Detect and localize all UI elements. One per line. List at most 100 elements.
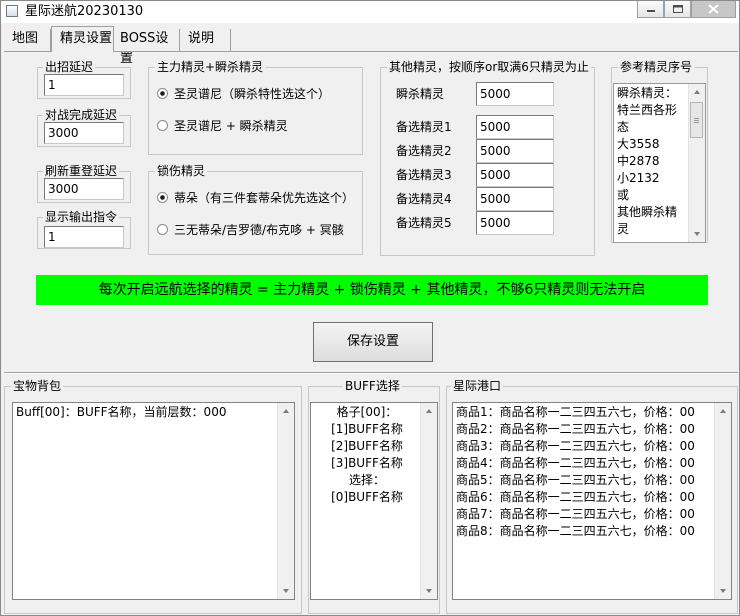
- relogin-delay-input[interactable]: 3000: [44, 178, 124, 200]
- reference-line: 灵: [617, 222, 630, 236]
- lock-sprite-title: 锁伤精灵: [155, 164, 208, 178]
- grip-icon: [694, 118, 699, 119]
- backup-sprite-2-label: 备选精灵2: [396, 144, 452, 158]
- port-line: 商品8：商品名称一二三四五六七，价格：00: [456, 524, 695, 538]
- backup-sprite-4-input[interactable]: 5000: [476, 187, 554, 211]
- grip-icon: [694, 122, 699, 123]
- close-button[interactable]: [691, 1, 736, 18]
- reference-title: 参考精灵序号: [618, 60, 695, 74]
- attack-delay-label: 出招延迟: [43, 60, 96, 74]
- scroll-up-icon[interactable]: [426, 409, 432, 413]
- lock-sprite-option-1-radio[interactable]: [157, 192, 168, 203]
- port-textbox[interactable]: 商品1：商品名称一二三四五六七，价格：00 商品2：商品名称一二三四五六七，价格…: [452, 402, 732, 600]
- backup-sprite-5-input[interactable]: 5000: [476, 211, 554, 235]
- backup-sprite-1-label: 备选精灵1: [396, 120, 452, 134]
- buff-lines: 格子[00]： [1]BUFF名称 [2]BUFF名称 [3]BUFF名称 选择…: [311, 404, 423, 506]
- port-line: 商品2：商品名称一二三四五六七，价格：00: [456, 422, 695, 436]
- reference-line: 小2132: [617, 171, 660, 185]
- lock-sprite-group: 锁伤精灵 蒂朵（有三件套蒂朵优先选这个） 三无蒂朵/吉罗德/布克哆 + 冥骸: [148, 164, 363, 255]
- bag-group: 宝物背包 Buff[00]：BUFF名称，当前层数：000: [4, 379, 302, 614]
- save-settings-button[interactable]: 保存设置: [313, 322, 433, 362]
- other-sprites-title: 其他精灵，按顺序or取满6只精灵为止: [387, 60, 591, 74]
- scroll-up-icon[interactable]: [720, 409, 726, 413]
- backup-sprite-5-label: 备选精灵5: [396, 216, 452, 230]
- app-window: 星际迷航20230130 地图 精灵设置 BOSS设置 说明 出招延迟 1 对战…: [0, 0, 740, 616]
- port-line: 商品6：商品名称一二三四五六七，价格：00: [456, 490, 695, 504]
- tab-divider: [230, 29, 231, 51]
- main-sprite-option-1[interactable]: 圣灵谱尼（瞬杀特性选这个）: [174, 87, 330, 101]
- bag-scrollbar[interactable]: [277, 403, 294, 599]
- tab-sprite-settings[interactable]: 精灵设置: [51, 26, 114, 52]
- bag-line: Buff[00]：BUFF名称，当前层数：000: [16, 405, 227, 419]
- grip-icon: [694, 120, 699, 121]
- port-scrollbar[interactable]: [714, 403, 731, 599]
- reference-line: 大3558: [617, 137, 660, 151]
- buff-line: [0]BUFF名称: [331, 490, 403, 504]
- scroll-down-icon[interactable]: [694, 232, 700, 236]
- lock-sprite-option-2-radio[interactable]: [157, 224, 168, 235]
- app-icon: [6, 5, 18, 17]
- section-divider: [4, 372, 738, 374]
- backup-sprite-4-label: 备选精灵4: [396, 192, 452, 206]
- attack-delay-group: 出招延迟 1: [37, 60, 131, 99]
- buff-line: 选择：: [348, 473, 385, 487]
- buff-scrollbar[interactable]: [420, 403, 437, 599]
- battle-delay-input[interactable]: 3000: [44, 122, 124, 144]
- main-sprite-option-2-radio[interactable]: [157, 120, 168, 131]
- maximize-icon: [673, 5, 683, 13]
- backup-sprite-3-label: 备选精灵3: [396, 168, 452, 182]
- relogin-delay-group: 刷新重登延迟 3000: [37, 164, 131, 203]
- window-title: 星际迷航20230130: [25, 4, 144, 19]
- buff-line: [2]BUFF名称: [331, 439, 403, 453]
- buff-line: 格子[00]：: [336, 405, 398, 419]
- scroll-up-icon[interactable]: [694, 90, 700, 94]
- reference-scrollbar[interactable]: [688, 84, 705, 242]
- main-sprite-title: 主力精灵+瞬杀精灵: [155, 60, 266, 74]
- buff-group: BUFF选择 格子[00]： [1]BUFF名称 [2]BUFF名称 [3]BU…: [308, 379, 440, 614]
- port-group: 星际港口 商品1：商品名称一二三四五六七，价格：00 商品2：商品名称一二三四五…: [446, 379, 738, 614]
- relogin-delay-label: 刷新重登延迟: [43, 164, 120, 178]
- lock-sprite-option-2[interactable]: 三无蒂朵/吉罗德/布克哆 + 冥骸: [174, 223, 344, 237]
- tab-boss-settings[interactable]: BOSS设置: [113, 29, 179, 66]
- output-command-group: 显示输出指令 1: [37, 210, 131, 249]
- main-sprite-option-2[interactable]: 圣灵谱尼 + 瞬杀精灵: [174, 119, 288, 133]
- buff-title: BUFF选择: [343, 379, 402, 393]
- reference-lines: 瞬杀精灵： 特兰西各形 态 大3558 中2878 小2132 或 其他瞬杀精 …: [617, 85, 687, 238]
- scroll-down-icon[interactable]: [720, 589, 726, 593]
- buff-textbox[interactable]: 格子[00]： [1]BUFF名称 [2]BUFF名称 [3]BUFF名称 选择…: [310, 402, 438, 600]
- reference-line: 态: [617, 120, 630, 134]
- port-lines: 商品1：商品名称一二三四五六七，价格：00 商品2：商品名称一二三四五六七，价格…: [456, 404, 695, 540]
- minimize-button[interactable]: [637, 1, 664, 18]
- reference-line: 其他瞬杀精: [617, 205, 678, 219]
- port-line: 商品3：商品名称一二三四五六七，价格：00: [456, 439, 695, 453]
- scroll-thumb[interactable]: [690, 102, 703, 138]
- reference-line: 中2878: [617, 154, 660, 168]
- main-sprite-group: 主力精灵+瞬杀精灵 圣灵谱尼（瞬杀特性选这个） 圣灵谱尼 + 瞬杀精灵: [148, 60, 363, 155]
- port-line: 商品1：商品名称一二三四五六七，价格：00: [456, 405, 695, 419]
- scroll-up-icon[interactable]: [283, 409, 289, 413]
- output-command-label: 显示输出指令: [43, 210, 120, 224]
- maximize-button[interactable]: [664, 1, 691, 18]
- attack-delay-input[interactable]: 1: [44, 74, 124, 96]
- scroll-down-icon[interactable]: [283, 589, 289, 593]
- backup-sprite-2-input[interactable]: 5000: [476, 139, 554, 163]
- lock-sprite-option-1[interactable]: 蒂朵（有三件套蒂朵优先选这个）: [174, 191, 354, 205]
- backup-sprite-3-input[interactable]: 5000: [476, 163, 554, 187]
- instant-kill-sprite-input[interactable]: 5000: [476, 82, 554, 106]
- tab-help[interactable]: 说明: [180, 29, 230, 51]
- title-bar: 星际迷航20230130: [1, 1, 739, 23]
- output-command-input[interactable]: 1: [44, 226, 124, 248]
- reference-group: 参考精灵序号 瞬杀精灵： 特兰西各形 态 大3558 中2878 小2132 或…: [611, 60, 708, 243]
- bag-textbox[interactable]: Buff[00]：BUFF名称，当前层数：000: [12, 402, 295, 600]
- backup-sprite-1-input[interactable]: 5000: [476, 115, 554, 139]
- notice-bar: 每次开启远航选择的精灵 = 主力精灵 + 锁伤精灵 + 其他精灵，不够6只精灵则…: [36, 275, 708, 305]
- main-sprite-option-1-radio[interactable]: [157, 88, 168, 99]
- scroll-down-icon[interactable]: [426, 589, 432, 593]
- battle-delay-label: 对战完成延迟: [43, 108, 120, 122]
- reference-textbox[interactable]: 瞬杀精灵： 特兰西各形 态 大3558 中2878 小2132 或 其他瞬杀精 …: [613, 83, 706, 243]
- close-icon: [708, 4, 719, 14]
- instant-kill-sprite-label: 瞬杀精灵: [396, 87, 445, 101]
- port-line: 商品5：商品名称一二三四五六七，价格：00: [456, 473, 695, 487]
- minimize-icon: [647, 10, 655, 12]
- tab-map[interactable]: 地图: [4, 29, 50, 51]
